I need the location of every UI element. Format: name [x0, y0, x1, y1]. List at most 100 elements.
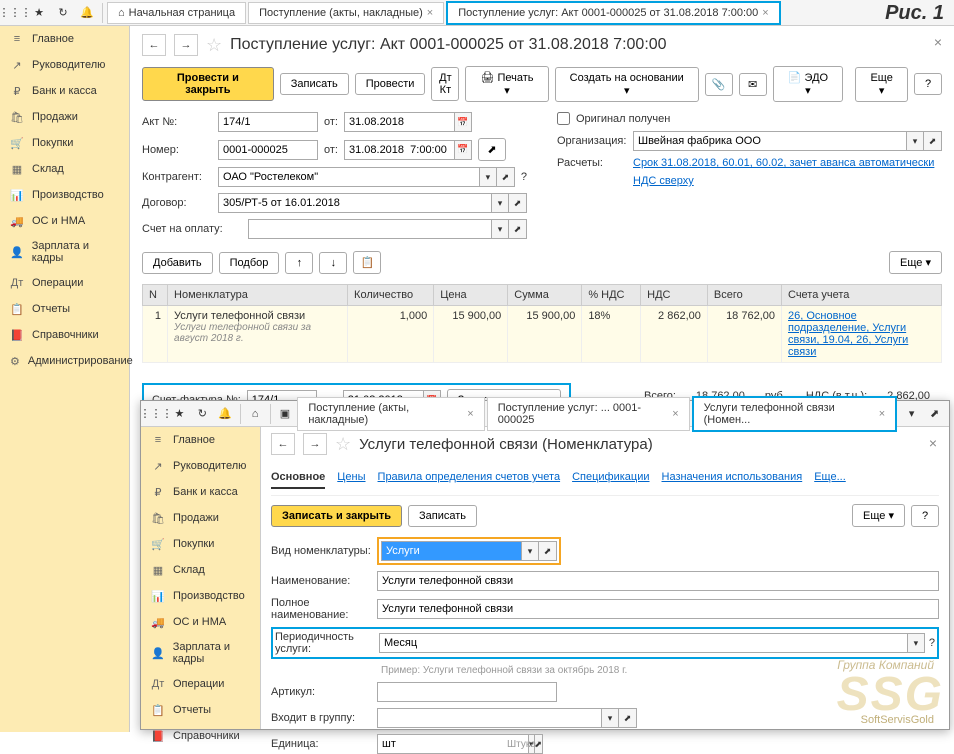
tab-receipts[interactable]: Поступление (акты, накладные) × — [248, 2, 444, 24]
tab-current-doc[interactable]: Поступление услуг: Акт 0001-000025 от 31… — [446, 1, 780, 25]
nomer-input[interactable] — [218, 140, 318, 160]
col-price[interactable]: Цена — [434, 285, 508, 306]
nomer-date-input[interactable] — [344, 140, 454, 160]
sidebar-item-references[interactable]: 📕Справочники — [141, 723, 260, 749]
dt-kt-button[interactable]: ДтКт — [431, 67, 459, 101]
table-row[interactable]: 1 Услуги телефонной связи Услуги телефон… — [143, 306, 942, 363]
back-button[interactable]: ← — [271, 433, 295, 455]
dropdown-icon[interactable]: ▾ — [907, 633, 925, 653]
col-sum[interactable]: Сумма — [508, 285, 582, 306]
save-close-button[interactable]: Записать и закрыть — [271, 505, 402, 527]
sidebar-item-warehouse[interactable]: ▦Склад — [0, 156, 129, 182]
nds-link[interactable]: НДС сверху — [633, 175, 694, 187]
col-n[interactable]: N — [143, 285, 168, 306]
name-input[interactable] — [377, 571, 939, 591]
more-button[interactable]: Еще ▾ — [855, 67, 908, 102]
tab-home[interactable]: ⌂ Начальная страница — [107, 2, 246, 24]
select-button[interactable]: Подбор — [219, 252, 280, 274]
dropdown-icon[interactable]: ▾ — [491, 219, 509, 239]
tab-rules[interactable]: Правила определения счетов учета — [378, 471, 561, 489]
tab-usage[interactable]: Назначения использования — [662, 471, 803, 489]
close-icon[interactable]: × — [427, 7, 433, 19]
col-nomenclature[interactable]: Номенклатура — [168, 285, 348, 306]
apps-icon[interactable]: ⋮⋮⋮ — [145, 403, 167, 425]
schet-oplata-input[interactable] — [248, 219, 491, 239]
new-window-button[interactable]: ⬈ — [478, 138, 506, 161]
sidebar-item-operations[interactable]: ДтОперации — [0, 270, 129, 296]
sidebar-item-operations[interactable]: ДтОперации — [141, 671, 260, 697]
sidebar-item-salary[interactable]: 👤Зарплата и кадры — [141, 635, 260, 671]
more-icon[interactable]: ▾ — [901, 403, 922, 425]
bell-icon[interactable]: 🔔 — [215, 403, 236, 425]
move-up-button[interactable]: ↑ — [285, 252, 313, 274]
calendar-icon[interactable]: 📅 — [454, 112, 472, 132]
sidebar-item-admin[interactable]: ⚙Администрирование — [0, 348, 129, 374]
apps-icon[interactable]: ⋮⋮⋮ — [4, 2, 26, 24]
close-icon[interactable]: × — [879, 408, 885, 420]
more-button[interactable]: Еще ▾ — [889, 251, 942, 274]
sidebar-item-purchases[interactable]: 🛒Покупки — [0, 130, 129, 156]
sidebar-item-manager[interactable]: ↗Руководителю — [141, 453, 260, 479]
kontragent-input[interactable] — [218, 167, 479, 187]
group-input[interactable] — [377, 708, 601, 728]
tab-receipts[interactable]: Поступление (акты, накладные)× — [297, 397, 484, 431]
add-button[interactable]: Добавить — [142, 252, 213, 274]
sidebar-item-production[interactable]: 📊Производство — [0, 182, 129, 208]
tab-spec[interactable]: Спецификации — [572, 471, 649, 489]
star-icon[interactable]: ★ — [28, 2, 50, 24]
col-qty[interactable]: Количество — [348, 285, 434, 306]
history-icon[interactable]: ↻ — [52, 2, 74, 24]
open-icon[interactable]: ⬈ — [619, 708, 637, 728]
dogovor-input[interactable] — [218, 193, 491, 213]
sidebar-item-warehouse[interactable]: ▦Склад — [141, 557, 260, 583]
forward-button[interactable]: → — [303, 433, 327, 455]
tab-more[interactable]: Еще... — [814, 471, 846, 489]
sidebar-item-references[interactable]: 📕Справочники — [0, 322, 129, 348]
bell-icon[interactable]: 🔔 — [76, 2, 98, 24]
col-nds-pct[interactable]: % НДС — [582, 285, 641, 306]
attach-button[interactable]: 📎 — [705, 73, 733, 96]
akt-input[interactable] — [218, 112, 318, 132]
dropdown-icon[interactable]: ▾ — [479, 167, 497, 187]
type-input[interactable] — [381, 541, 521, 561]
sidebar-item-production[interactable]: 📊Производство — [141, 583, 260, 609]
post-close-button[interactable]: Провести и закрыть — [142, 67, 274, 101]
home-icon[interactable]: ⌂ — [245, 403, 266, 425]
help-button[interactable]: ? — [911, 505, 939, 527]
sidebar-item-main[interactable]: ≡Главное — [141, 427, 260, 453]
org-input[interactable] — [633, 131, 906, 151]
dropdown-icon[interactable]: ▾ — [521, 541, 539, 561]
sidebar-item-bank[interactable]: ₽Банк и касса — [0, 78, 129, 104]
tab-prices[interactable]: Цены — [337, 471, 365, 489]
sidebar-item-assets[interactable]: 🚚ОС и НМА — [141, 609, 260, 635]
open-icon[interactable]: ⬈ — [509, 193, 527, 213]
sidebar-item-sales[interactable]: 🛍Продажи — [0, 104, 129, 130]
open-icon[interactable]: ⬈ — [497, 167, 515, 187]
post-button[interactable]: Провести — [355, 73, 426, 95]
dropdown-icon[interactable]: ▾ — [601, 708, 619, 728]
full-input[interactable] — [377, 599, 939, 619]
help-button[interactable]: ? — [914, 73, 942, 95]
close-doc-button[interactable]: × — [929, 435, 937, 451]
sidebar-item-sales[interactable]: 🛍Продажи — [141, 505, 260, 531]
create-based-button[interactable]: Создать на основании ▾ — [555, 67, 699, 102]
mail-button[interactable]: ✉ — [739, 73, 767, 96]
favorite-icon[interactable]: ☆ — [335, 434, 351, 455]
save-button[interactable]: Записать — [280, 73, 349, 95]
close-icon[interactable]: × — [467, 408, 473, 420]
back-button[interactable]: ← — [142, 34, 166, 56]
tab-doc[interactable]: Поступление услуг: ... 0001-000025× — [487, 397, 690, 431]
open-icon[interactable]: ⬈ — [924, 131, 942, 151]
sidebar-item-main[interactable]: ≡Главное — [0, 26, 129, 52]
sidebar-item-bank[interactable]: ₽Банк и касса — [141, 479, 260, 505]
forward-button[interactable]: → — [174, 34, 198, 56]
tab-main[interactable]: Основное — [271, 471, 325, 489]
more-button[interactable]: Еще ▾ — [852, 504, 905, 527]
open-icon[interactable]: ⬈ — [924, 403, 945, 425]
calendar-icon[interactable]: 📅 — [454, 140, 472, 160]
col-nds[interactable]: НДС — [641, 285, 708, 306]
period-input[interactable] — [379, 633, 907, 653]
close-doc-button[interactable]: × — [934, 34, 942, 50]
sidebar-item-assets[interactable]: 🚚ОС и НМА — [0, 208, 129, 234]
open-icon[interactable]: ⬈ — [539, 541, 557, 561]
